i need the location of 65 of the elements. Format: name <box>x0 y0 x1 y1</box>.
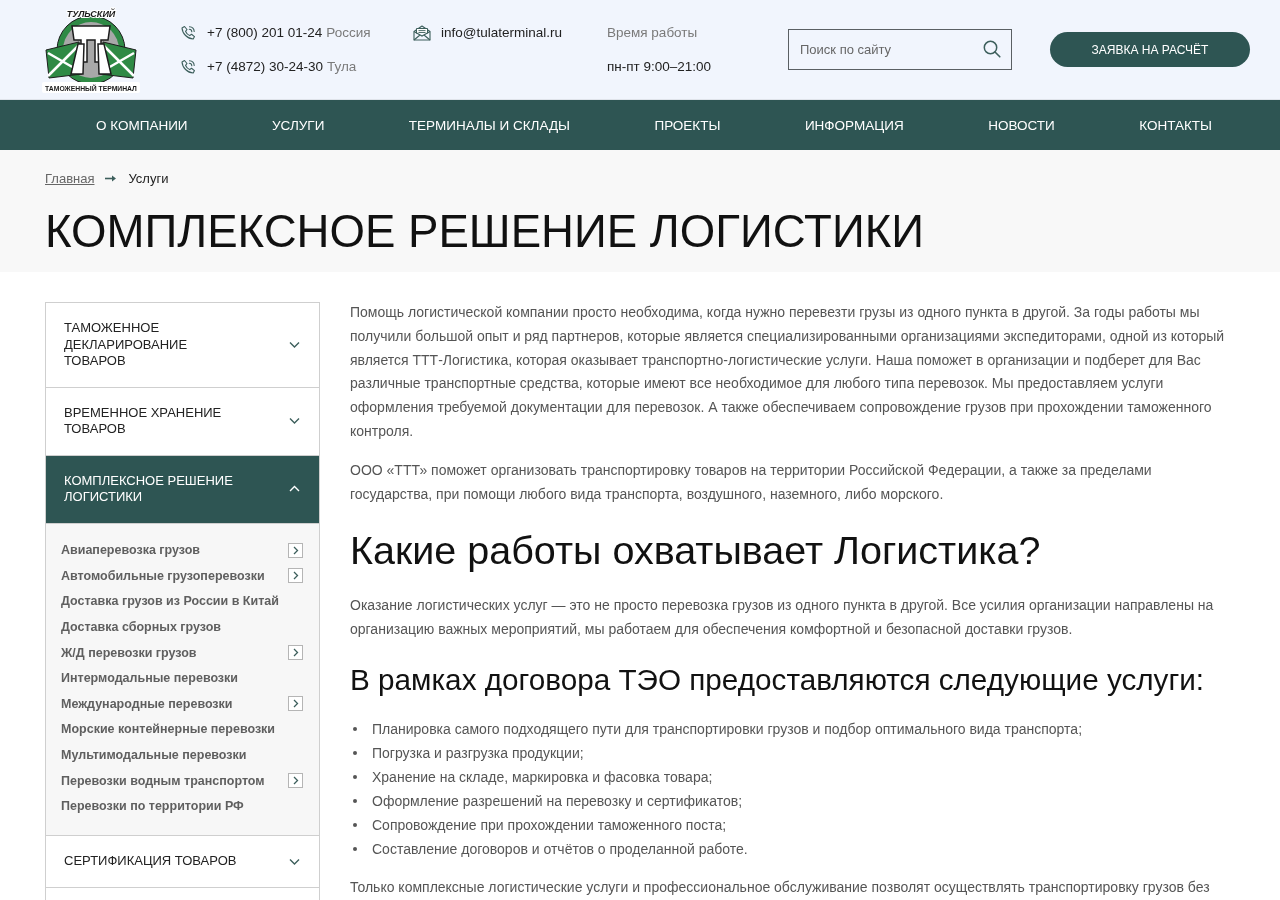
search-field[interactable]: Поиск по сайту <box>788 29 1012 70</box>
breadcrumb-link[interactable]: Главная <box>45 170 95 186</box>
paragraph: ООО «ТТТ» поможет организовать транспортировку товаров на территории Российской Федерации, а также за пределами государства, при помощи любого вида транспорта, воздушного, наземного, либо морского. <box>350 460 1153 504</box>
chevron-right-icon[interactable] <box>288 568 303 584</box>
logo-top-text: ТУЛЬСКИЙ <box>66 8 116 19</box>
chevron-up-icon <box>289 485 300 493</box>
paragraph: Помощь логистической компании просто необходима, когда нужно перевезти грузы из одного пункта в другой. За годы работы мы получили большой опыт и ряд партнеров, которые является специализированными организациями экспедиторами, одной из который является ТТТ-Логистика, которая оказывает транспортно-логистические услуги. Наша поможет в организации и подберет для Вас различные транспортные средства, которые имеют все необходимое для любого типа перевозок. Мы предоставляем услуги оформления требуемой документации для перевозок. А также обеспечиваем сопровождение грузов при прохождении таможенного контроля. <box>350 303 1226 441</box>
breadcrumb-current: Услуги <box>128 170 169 186</box>
paragraph: Только комплексные логистические услуги и профессиональное обслуживание позволят осуществлять транспортировку грузов без <box>350 877 1211 897</box>
submenu-link[interactable]: Международные перевозки <box>61 696 233 711</box>
nav-link[interactable]: ПРОЕКТЫ <box>654 117 721 133</box>
city-label: Россия <box>326 25 371 40</box>
submenu-link[interactable]: Доставка грузов из России в Китай <box>61 594 279 609</box>
phone-icon <box>180 24 196 41</box>
arrow-icon <box>105 174 117 182</box>
nav-link[interactable]: О КОМПАНИИ <box>96 117 188 133</box>
chevron-right-icon[interactable] <box>288 542 303 558</box>
paragraph: Оказание логистических услуг — это не просто перевозка грузов из одного пункта в другой. Все усилия организации направлены на организацию важных мероприятий, мы работаем для обеспечения комфортной и безопасной доставки грузов. <box>350 596 1215 640</box>
section-heading: Какие работы охватывает Логистика? <box>350 528 1042 573</box>
hours-label: Время работы <box>607 25 698 40</box>
submenu-link[interactable]: Перевозки по территории РФ <box>61 799 244 814</box>
logo-emblem-drawing[interactable] <box>42 15 140 93</box>
nav-link[interactable]: КОНТАКТЫ <box>1139 117 1212 133</box>
submenu-link[interactable]: Автомобильные грузоперевозки <box>61 568 265 583</box>
phone-number-link[interactable]: +7 (800) 201 01-24 <box>207 25 323 40</box>
list-item-text: Планировка самого подходящего пути для транспортировки грузов и подбор оптимального вида транспорта; <box>372 720 1083 737</box>
hours-value: пн-пт 9:00–21:00 <box>607 59 712 74</box>
chevron-down-icon <box>289 857 300 866</box>
page-title: КОМПЛЕКСНОЕ РЕШЕНИЕ ЛОГИСТИКИ <box>45 205 926 259</box>
chevron-down-icon <box>289 417 300 425</box>
bullet-icon <box>353 750 357 755</box>
submenu-link[interactable]: Морские контейнерные перевозки <box>61 722 276 737</box>
list-item-text: Составление договоров и отчётов о проделанной работе. <box>372 840 748 857</box>
submenu-link[interactable]: Интермодальные перевозки <box>61 671 239 686</box>
submenu-link[interactable]: Перевозки водным транспортом <box>61 773 265 788</box>
bullet-icon <box>353 822 357 827</box>
subsection-heading: В рамках договора ТЭО предоставляются следующие услуги: <box>350 662 1206 697</box>
nav-link[interactable]: ТЕРМИНАЛЫ И СКЛАДЫ <box>408 117 570 133</box>
chevron-right-icon[interactable] <box>288 645 303 661</box>
submenu-link[interactable]: Авиаперевозка грузов <box>61 543 200 558</box>
city-label: Тула <box>326 59 357 74</box>
phone-icon <box>180 58 196 75</box>
chevron-right-icon[interactable] <box>288 773 303 789</box>
bullet-icon <box>353 798 357 803</box>
nav-link[interactable]: УСЛУГИ <box>272 117 325 133</box>
request-quote-button[interactable]: ЗАЯВКА НА РАСЧЁТ <box>1050 32 1250 67</box>
bullet-icon <box>353 846 357 851</box>
chevron-down-icon <box>289 341 300 349</box>
list-item-text: Оформление разрешений на перевозку и сертификатов; <box>372 792 743 809</box>
search-icon[interactable] <box>983 40 1001 58</box>
list-item-text: Сопровождение при прохождении таможенного поста; <box>372 816 727 833</box>
chevron-right-icon[interactable] <box>288 696 303 712</box>
list-item-text: Хранение на складе, маркировка и фасовка товара; <box>372 768 713 785</box>
bullet-icon <box>353 726 357 731</box>
bullet-icon <box>353 774 357 779</box>
email-link[interactable]: info@tulaterminal.ru <box>441 25 562 40</box>
submenu-link[interactable]: Ж/Д перевозки грузов <box>61 645 197 660</box>
nav-link[interactable]: НОВОСТИ <box>988 117 1055 133</box>
phone-number-link[interactable]: +7 (4872) 30-24-30 <box>207 59 323 74</box>
submenu-link[interactable]: Доставка сборных грузов <box>61 620 222 635</box>
list-item-text: Погрузка и разгрузка продукции; <box>372 744 584 761</box>
nav-link[interactable]: ИНФОРМАЦИЯ <box>804 117 904 133</box>
submenu-link[interactable]: Мультимодальные перевозки <box>61 748 247 763</box>
envelope-icon <box>413 24 431 41</box>
sidebar-item[interactable]: КОМПЛЕКСНОЕ РЕШЕНИЕ ЛОГИСТИКИ <box>46 455 319 524</box>
